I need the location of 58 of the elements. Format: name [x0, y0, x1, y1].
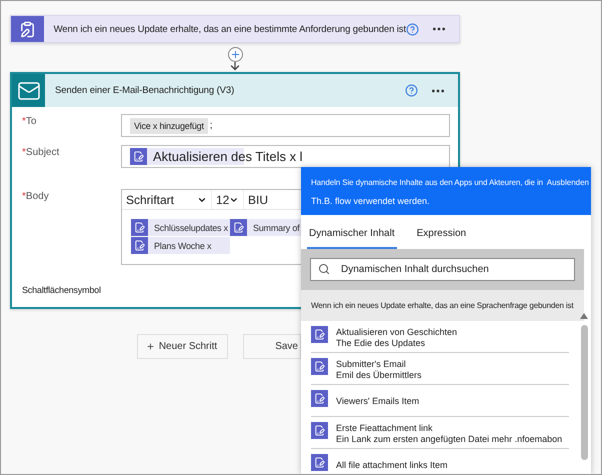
- arrow-down-icon: [229, 60, 241, 72]
- trigger-card[interactable]: Wenn ich ein neues Update erhalte, das an eine bestimmte Anforderung gebunden ist: [10, 15, 460, 43]
- new-step-button[interactable]: Neuer Schritt: [137, 334, 228, 359]
- content-item[interactable]: Aktualisieren von Geschichten The Edie des Updates: [311, 321, 569, 353]
- save-button[interactable]: Save: [243, 334, 301, 359]
- document-pencil-icon: [131, 237, 148, 254]
- content-token[interactable]: Plans Woche x: [131, 237, 230, 254]
- document-pencil-icon: [230, 219, 247, 236]
- add-step-icon[interactable]: [228, 47, 242, 62]
- item-description: The Edie des Updates: [336, 338, 426, 348]
- content-item[interactable]: Erste Fieattachment link Ein Lank zum ersten angefügten Datei mehr .nfoemabon: [311, 417, 569, 449]
- document-pencil-icon: [131, 219, 148, 236]
- content-item[interactable]: Submitter's Email Emil des Übermittlers: [311, 353, 569, 385]
- group-header[interactable]: Wenn ich ein neues Update erhalte, das an eine Sprachenfrage gebunden ist: [301, 290, 584, 321]
- document-pencil-icon: [311, 422, 328, 439]
- field-label-text: Body: [26, 191, 49, 202]
- search-icon: [318, 263, 330, 275]
- field-label-text: Subject: [26, 147, 60, 158]
- recipient-chip[interactable]: Vice x hinzugefügt: [130, 118, 208, 134]
- clipboard-pencil-icon: [11, 16, 44, 42]
- scrollbar-thumb[interactable]: [581, 325, 588, 460]
- document-pencil-icon: [311, 326, 328, 343]
- item-description: Emil des Übermittlers: [336, 370, 422, 380]
- separator: ;: [210, 120, 213, 131]
- scroll-up-icon[interactable]: [580, 313, 588, 319]
- required-mark: *: [22, 116, 26, 127]
- to-field[interactable]: Vice x hinzugefügt ;: [121, 114, 450, 137]
- help-icon[interactable]: [405, 84, 418, 97]
- subject-field[interactable]: Aktualisieren des Titels x l: [121, 145, 450, 168]
- size-select[interactable]: 12: [212, 190, 244, 209]
- content-token[interactable]: Summary of: [230, 219, 302, 236]
- plus-icon: [146, 342, 155, 351]
- field-label-text: To: [26, 116, 36, 127]
- content-item[interactable]: All file attachment links Item: [311, 449, 569, 474]
- style-buttons[interactable]: BIU: [244, 190, 300, 209]
- required-mark: *: [22, 147, 26, 158]
- info-text: Th.B. flow verwendet werden.: [311, 196, 430, 206]
- advanced-options-link[interactable]: Schaltflächensymbol: [22, 285, 101, 295]
- font-select[interactable]: Schriftart: [122, 190, 212, 209]
- action-title: Senden einer E-Mail-Benachrichtigung (V3): [54, 85, 236, 96]
- item-title: Submitter's Email: [336, 358, 407, 368]
- trigger-title: Wenn ich ein neues Update erhalte, das an eine bestimmte Anforderung gebunden ist: [52, 24, 406, 34]
- item-description: Ein Lank zum ersten angefügten Datei mehr .nfoemabon: [336, 434, 562, 444]
- hide-link[interactable]: Ausblenden: [546, 178, 589, 187]
- item-title: Erste Fieattachment link: [336, 422, 434, 432]
- document-pencil-icon: [311, 358, 328, 375]
- item-title: Viewers' Emails Item: [336, 396, 420, 406]
- help-icon[interactable]: [406, 22, 419, 36]
- item-title: Aktualisieren von Geschichten: [336, 326, 458, 336]
- content-item[interactable]: Viewers' Emails Item: [311, 385, 569, 417]
- content-token[interactable]: Schlüsselupdates x: [131, 219, 230, 236]
- required-mark: *: [22, 191, 26, 202]
- document-pencil-icon: [311, 454, 328, 471]
- mail-icon: [12, 74, 45, 107]
- document-pencil-icon: [130, 148, 147, 165]
- item-title: All file attachment links Item: [336, 460, 448, 470]
- search-field[interactable]: Dynamischen Inhalt durchsuchen: [310, 258, 575, 281]
- document-pencil-icon: [311, 390, 328, 407]
